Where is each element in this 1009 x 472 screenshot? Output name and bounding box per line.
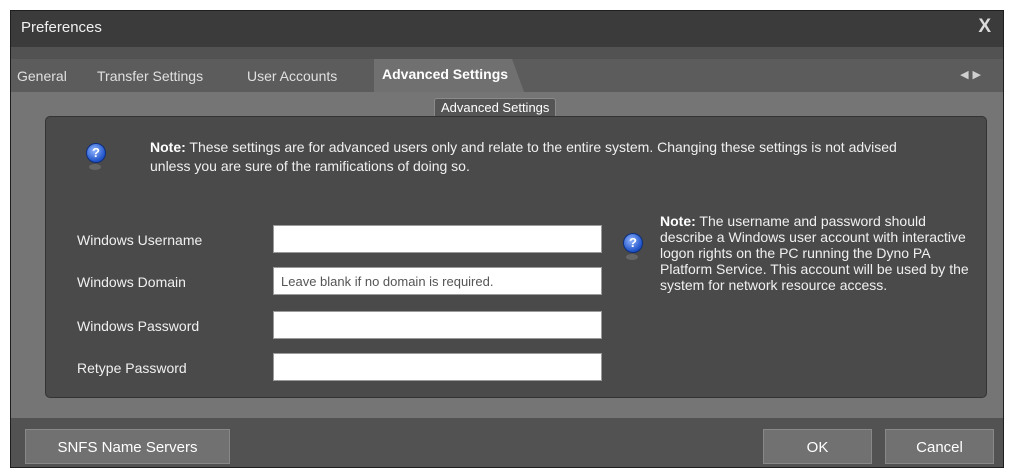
- credentials-note: Note: The username and password should d…: [660, 213, 970, 293]
- system-note-text: These settings are for advanced users on…: [150, 139, 897, 174]
- snfs-name-servers-button[interactable]: SNFS Name Servers: [25, 429, 230, 464]
- credentials-note-text: The username and password should describ…: [660, 213, 969, 293]
- tab-general[interactable]: General: [17, 68, 67, 84]
- groupbox-title: Advanced Settings: [434, 98, 557, 117]
- tab-content: Advanced Settings ? Note: These settings…: [11, 92, 1003, 418]
- ok-button[interactable]: OK: [763, 429, 872, 464]
- tab-bar: General Transfer Settings User Accounts …: [11, 59, 1003, 92]
- cancel-button[interactable]: Cancel: [885, 429, 994, 464]
- retype-password-field[interactable]: [273, 353, 602, 381]
- windows-password-label: Windows Password: [77, 318, 200, 334]
- windows-username-field[interactable]: [273, 225, 602, 253]
- retype-password-label: Retype Password: [77, 360, 187, 376]
- tab-scroll-right-icon[interactable]: ▶: [973, 69, 985, 81]
- window-title: Preferences: [21, 19, 102, 36]
- windows-domain-label: Windows Domain: [77, 274, 186, 290]
- system-note-label: Note:: [150, 139, 186, 155]
- windows-username-label: Windows Username: [77, 232, 203, 248]
- help-icon-shadow: [89, 164, 101, 170]
- preferences-window: Preferences X General Transfer Settings …: [10, 10, 1004, 468]
- credentials-help-icon: ?: [623, 233, 643, 253]
- tab-scroll-arrows[interactable]: ◀▶: [960, 68, 985, 81]
- system-note: Note: These settings are for advanced us…: [150, 138, 940, 176]
- advanced-settings-group: ? Note: These settings are for advanced …: [45, 116, 987, 398]
- tab-transfer-settings[interactable]: Transfer Settings: [97, 68, 203, 84]
- close-icon[interactable]: X: [978, 16, 991, 38]
- tab-user-accounts[interactable]: User Accounts: [247, 68, 337, 84]
- credentials-help-icon-shadow: [626, 254, 638, 260]
- credentials-note-label: Note:: [660, 213, 696, 229]
- windows-domain-field[interactable]: [273, 267, 602, 295]
- help-icon: ?: [86, 143, 106, 163]
- tab-advanced-settings[interactable]: Advanced Settings: [374, 59, 525, 92]
- tab-scroll-left-icon[interactable]: ◀: [960, 69, 972, 81]
- windows-password-field[interactable]: [273, 311, 602, 339]
- title-bar: Preferences X: [11, 11, 1003, 47]
